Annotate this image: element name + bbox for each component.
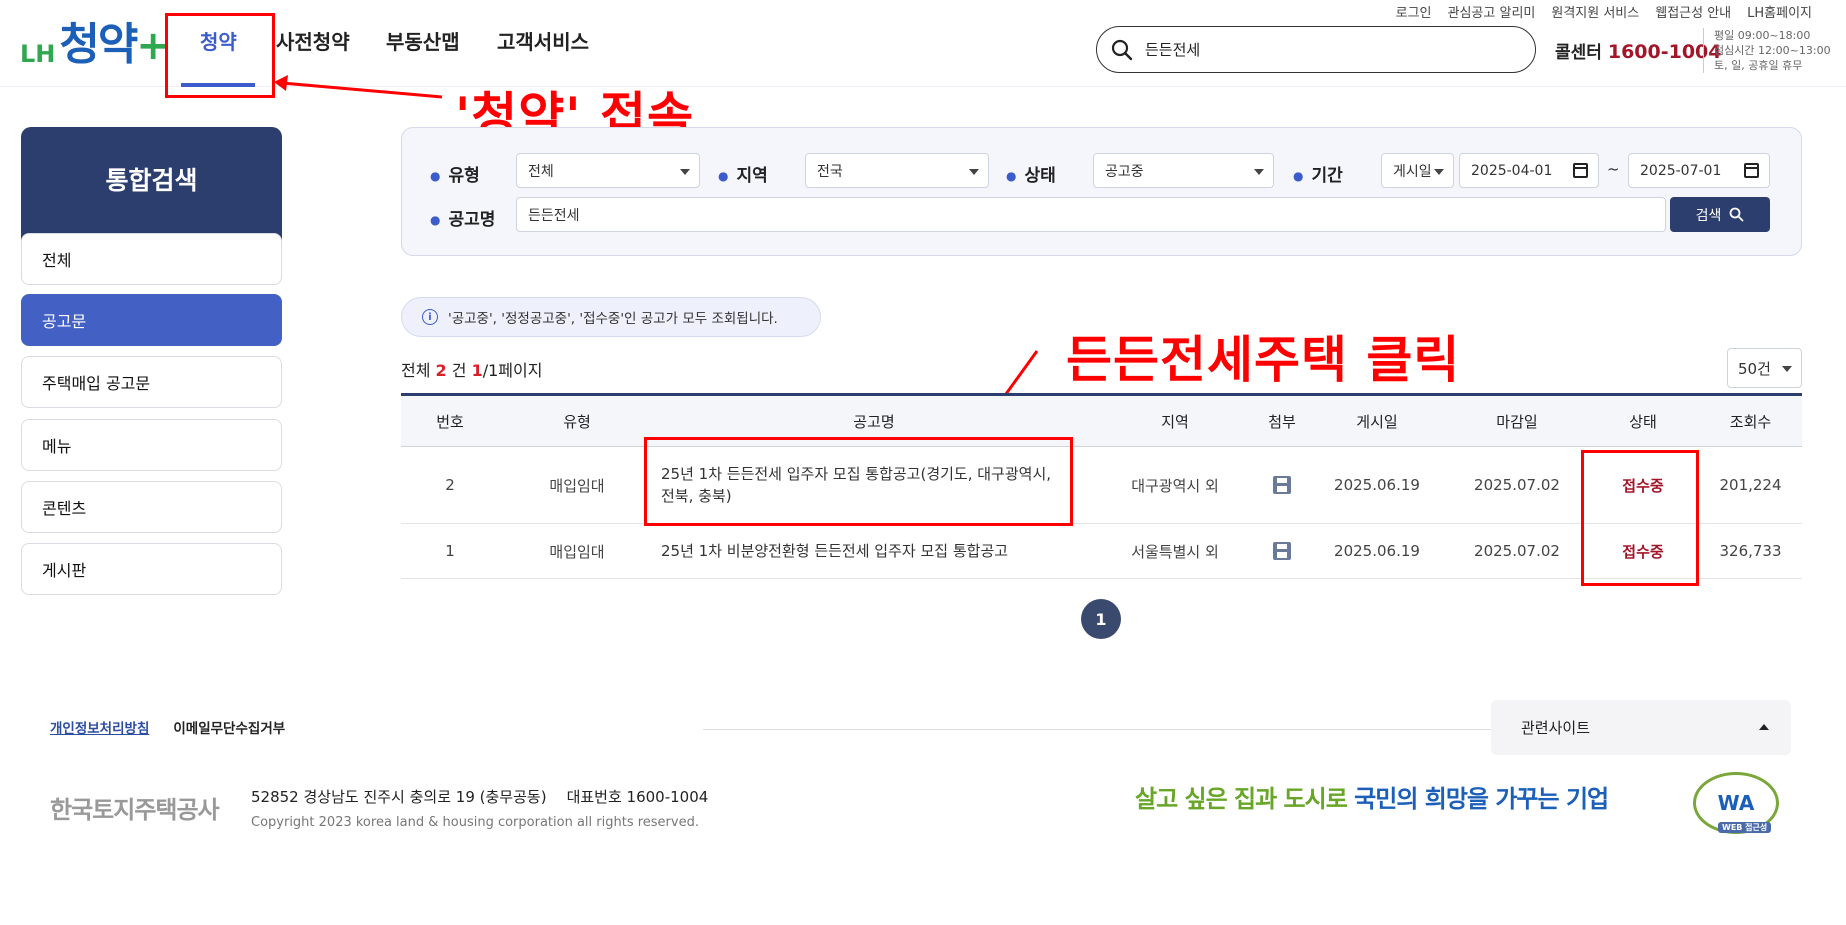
search-button[interactable]: 검색 xyxy=(1670,197,1770,232)
callcenter-hours: 평일 09:00~18:00 점심시간 12:00~13:00 토, 일, 공휴… xyxy=(1703,28,1831,73)
table-header: 번호 유형 공고명 지역 첨부 게시일 마감일 상태 조회수 xyxy=(401,393,1802,447)
sidebar-item-menu[interactable]: 메뉴 xyxy=(21,419,282,471)
cell-title-link[interactable]: 25년 1차 비분양전환형 든든전세 입주자 모집 통합공고 xyxy=(661,524,1091,578)
date-separator: ~ xyxy=(1607,160,1620,178)
sidebar-item-board[interactable]: 게시판 xyxy=(21,543,282,595)
filter-date-from[interactable]: 2025-04-01 xyxy=(1459,153,1599,188)
cell-views: 201,224 xyxy=(1719,476,1782,494)
privacy-policy-link[interactable]: 개인정보처리방침 xyxy=(50,717,149,737)
annotation-click-text: 든든전세주택 클릭 xyxy=(1066,331,1461,389)
footer-address: 52852 경상남도 진주시 충의로 19 (충무공동) 대표번호 1600-10… xyxy=(251,788,709,806)
utility-links: 로그인 관심공고 알리미 원격지원 서비스 웹접근성 안내 LH홈페이지 xyxy=(1396,2,1812,21)
cell-region: 대구광역시 외 xyxy=(1131,476,1219,495)
nav-item-customer-service[interactable]: 고객서비스 xyxy=(497,26,589,55)
header-search-input[interactable] xyxy=(1145,40,1505,59)
chevron-down-icon xyxy=(1782,366,1792,372)
annotation-status-box xyxy=(1581,450,1699,586)
footer-divider xyxy=(703,729,1492,730)
th-views: 조회수 xyxy=(1729,413,1772,431)
cell-attach xyxy=(1257,524,1307,578)
lh-logo[interactable]: LH 청약 + xyxy=(20,14,170,70)
sidebar-item-house-purchase[interactable]: 주택매입 공고문 xyxy=(21,356,282,408)
filter-period-type-select[interactable]: 게시일 xyxy=(1381,153,1454,188)
logo-name: 청약 xyxy=(59,19,138,70)
nav-item-realestate-map[interactable]: 부동산맵 xyxy=(386,26,460,55)
floppy-disk-icon[interactable] xyxy=(1273,542,1291,560)
chevron-up-icon xyxy=(1759,724,1769,730)
search-icon xyxy=(1729,207,1744,222)
filter-region-label: ● 지역 xyxy=(718,166,768,186)
related-sites-dropdown[interactable]: 관련사이트 xyxy=(1491,700,1791,755)
logo-lh: LH xyxy=(20,40,56,68)
info-banner: i '공고중', '정정공고중', '접수중'인 공고가 모두 조회됩니다. xyxy=(401,297,821,337)
sidebar-item-notice[interactable]: 공고문 xyxy=(21,294,282,346)
cell-posted: 2025.06.19 xyxy=(1334,542,1420,560)
filter-title-label: ● 공고명 xyxy=(430,210,496,230)
cell-views: 326,733 xyxy=(1719,542,1782,560)
th-status: 상태 xyxy=(1629,413,1657,431)
footer-slogan: 살고 싶은 집과 도시로 국민의 희망을 가꾸는 기업 xyxy=(1135,785,1609,813)
cell-posted: 2025.06.19 xyxy=(1334,476,1420,494)
filter-status-label: ● 상태 xyxy=(1006,166,1056,186)
calendar-icon[interactable] xyxy=(1744,163,1759,178)
search-button-label: 검색 xyxy=(1695,207,1722,224)
cell-no: 2 xyxy=(445,476,455,494)
calendar-icon[interactable] xyxy=(1573,163,1588,178)
search-icon[interactable] xyxy=(1111,39,1133,61)
filter-date-to[interactable]: 2025-07-01 xyxy=(1628,153,1770,188)
annotation-title-box xyxy=(644,437,1073,526)
sidebar-title: 통합검색 xyxy=(21,127,282,244)
filter-type-label: ● 유형 xyxy=(430,166,480,186)
cell-type: 매입임대 xyxy=(549,542,605,561)
th-attach: 첨부 xyxy=(1268,413,1296,431)
th-posted: 게시일 xyxy=(1356,413,1398,431)
th-deadline: 마감일 xyxy=(1496,413,1538,431)
filter-status-select[interactable]: 공고중 xyxy=(1093,153,1274,188)
page-size-select[interactable]: 50건 xyxy=(1727,348,1802,388)
th-no: 번호 xyxy=(436,413,464,431)
filter-type-select[interactable]: 전체 xyxy=(516,153,700,188)
footer-links: 개인정보처리방침 이메일무단수집거부 xyxy=(50,717,285,737)
util-accessibility[interactable]: 웹접근성 안내 xyxy=(1655,2,1731,21)
cell-deadline: 2025.07.02 xyxy=(1474,476,1560,494)
util-alarm[interactable]: 관심공고 알리미 xyxy=(1448,2,1536,21)
chevron-down-icon xyxy=(1434,169,1444,175)
annotation-nav-box xyxy=(165,13,275,98)
callcenter: 콜센터 1600-1004 xyxy=(1555,38,1722,63)
chevron-down-icon xyxy=(969,169,979,175)
filter-title-input[interactable]: 든든전세 xyxy=(516,197,1666,232)
sidebar-item-contents[interactable]: 콘텐츠 xyxy=(21,481,282,533)
web-accessibility-mark: WA WEB 접근성 xyxy=(1693,772,1779,834)
chevron-down-icon xyxy=(680,169,690,175)
info-icon: i xyxy=(422,309,438,325)
footer-copyright: Copyright 2023 korea land & housing corp… xyxy=(251,815,699,830)
cell-deadline: 2025.07.02 xyxy=(1474,542,1560,560)
cell-region: 서울특별시 외 xyxy=(1131,542,1219,561)
search-filter-panel xyxy=(401,127,1802,256)
cell-type: 매입임대 xyxy=(549,476,605,495)
related-sites-label: 관련사이트 xyxy=(1521,719,1591,737)
th-type: 유형 xyxy=(563,413,591,431)
filter-region-select[interactable]: 전국 xyxy=(805,153,989,188)
result-count: 전체 2 건 1/1페이지 xyxy=(401,361,543,380)
util-remote[interactable]: 원격지원 서비스 xyxy=(1551,2,1639,21)
util-login[interactable]: 로그인 xyxy=(1396,2,1432,21)
callcenter-label: 콜센터 xyxy=(1555,43,1602,63)
cell-no: 1 xyxy=(445,542,455,560)
nav-item-pre-subscription[interactable]: 사전청약 xyxy=(276,26,350,55)
th-region: 지역 xyxy=(1161,413,1189,431)
email-policy-link[interactable]: 이메일무단수집거부 xyxy=(173,717,285,737)
floppy-disk-icon[interactable] xyxy=(1273,476,1291,494)
chevron-down-icon xyxy=(1254,169,1264,175)
footer-corp-name: 한국토지주택공사 xyxy=(50,796,220,824)
filter-period-label: ● 기간 xyxy=(1293,166,1343,186)
header-search xyxy=(1096,26,1536,73)
pagination-current[interactable]: 1 xyxy=(1081,599,1121,639)
info-text: '공고중', '정정공고중', '접수중'인 공고가 모두 조회됩니다. xyxy=(448,311,778,327)
util-lh-home[interactable]: LH홈페이지 xyxy=(1747,2,1812,21)
sidebar-item-all[interactable]: 전체 xyxy=(21,233,282,285)
cell-attach xyxy=(1257,447,1307,523)
annotation-arrow-nav xyxy=(274,75,443,99)
